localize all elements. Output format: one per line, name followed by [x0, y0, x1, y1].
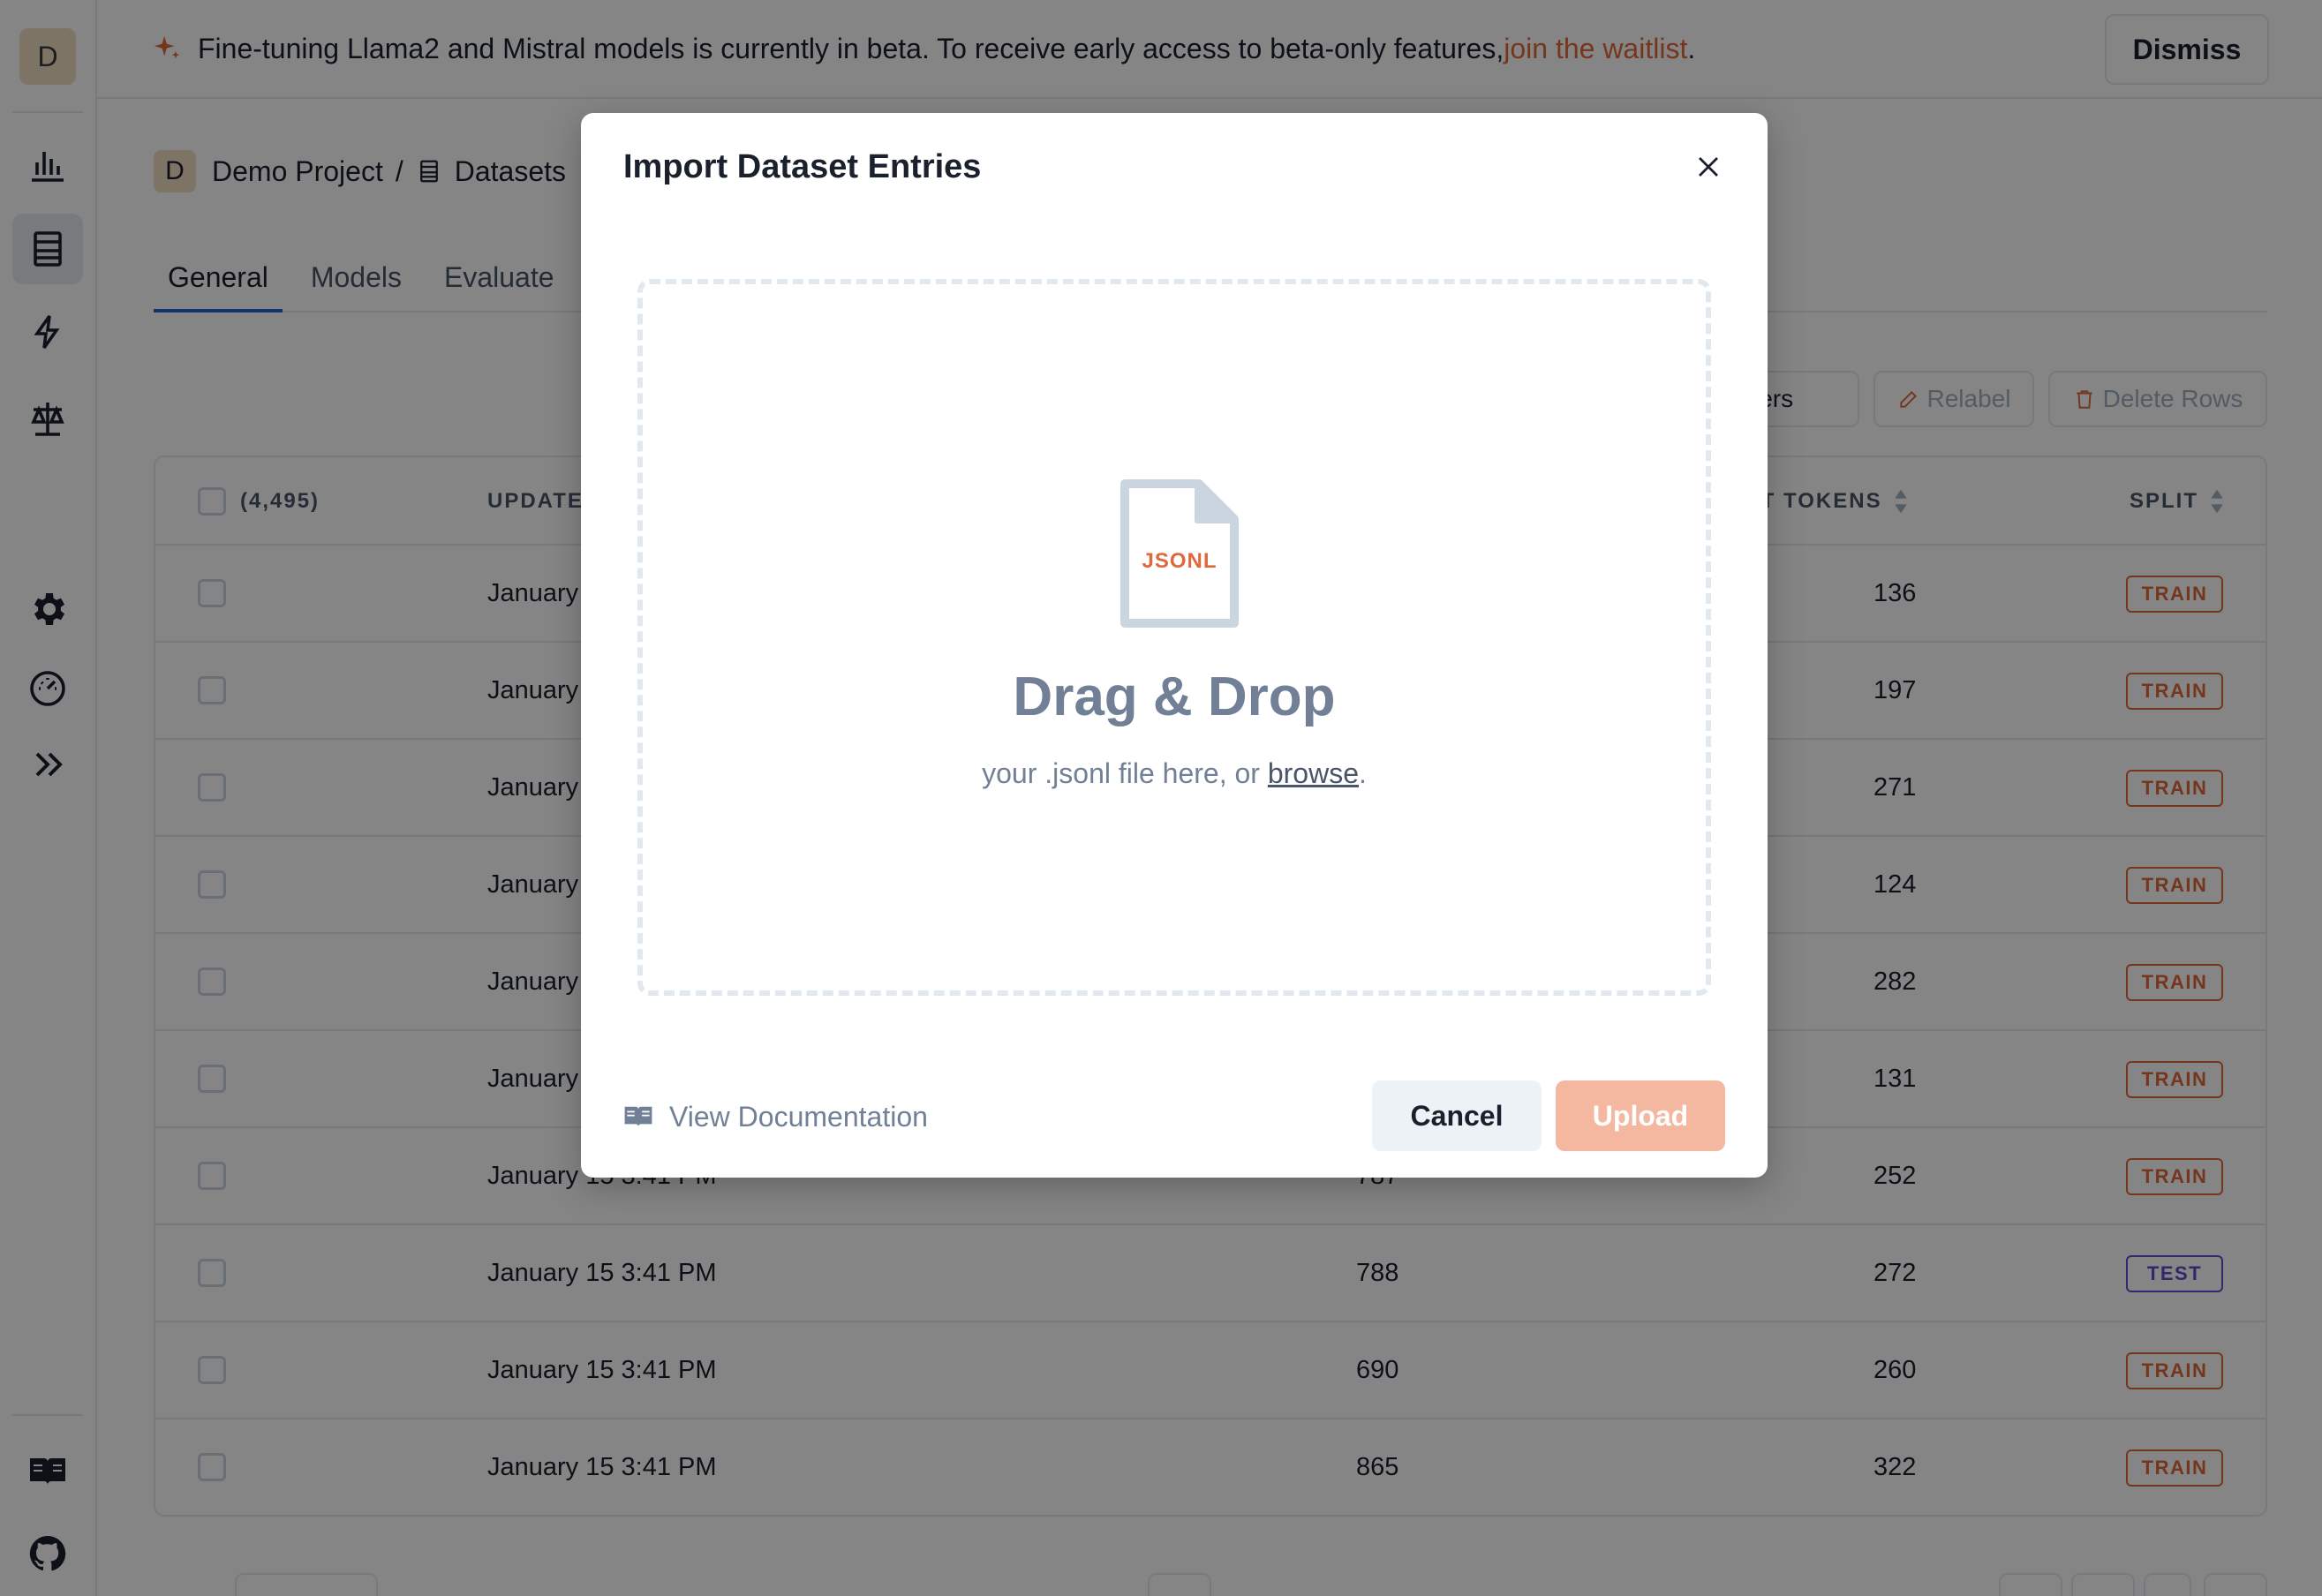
- dropzone-subtitle-prefix: your .jsonl file here, or: [982, 757, 1268, 789]
- dropzone-subtitle-suffix: .: [1358, 757, 1367, 789]
- dropzone-subtitle: your .jsonl file here, or browse.: [643, 757, 1706, 790]
- dropzone-title: Drag & Drop: [1013, 666, 1336, 727]
- file-dropzone[interactable]: JSONL Drag & Drop your .jsonl file here,…: [637, 279, 1711, 996]
- close-button[interactable]: [1685, 143, 1732, 191]
- upload-button[interactable]: Upload: [1556, 1080, 1725, 1151]
- view-documentation-label: View Documentation: [669, 1100, 928, 1133]
- book-icon: [624, 1106, 652, 1127]
- cancel-button[interactable]: Cancel: [1372, 1080, 1542, 1151]
- modal-title: Import Dataset Entries: [623, 148, 982, 185]
- close-icon: [1699, 157, 1718, 177]
- view-documentation-link[interactable]: View Documentation: [623, 1095, 928, 1139]
- import-dataset-modal: Import Dataset Entries JSONL Drag & Drop…: [581, 113, 1768, 1178]
- file-type-badge: JSONL: [1142, 549, 1218, 573]
- browse-link[interactable]: browse: [1268, 757, 1359, 789]
